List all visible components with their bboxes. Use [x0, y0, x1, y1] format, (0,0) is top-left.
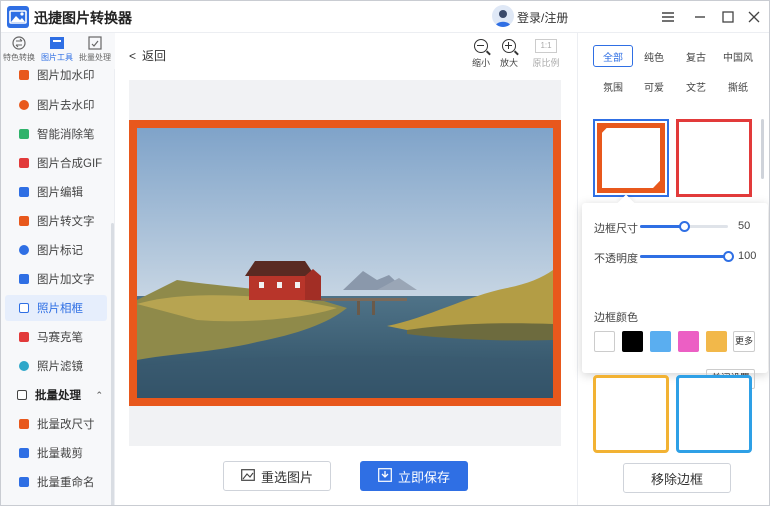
- avatar[interactable]: [492, 5, 514, 27]
- sidebar-item-watermark[interactable]: 图片加水印: [5, 65, 107, 85]
- sidebar-item-mosaic[interactable]: 马赛克笔: [5, 324, 107, 350]
- frame-settings-popup: 边框尺寸 50 不透明度 100 边框颜色 更多 关闭设置: [582, 203, 768, 389]
- chevron-left-icon: <: [129, 49, 137, 63]
- ocr-icon: [19, 216, 29, 226]
- opacity-label: 不透明度: [594, 253, 638, 265]
- login-link[interactable]: 登录/注册: [517, 9, 568, 26]
- sidebar-top-tabs: 特色转换 图片工具 批量处理: [1, 33, 115, 69]
- gif-icon: [19, 158, 29, 168]
- filter-artsy[interactable]: 文艺: [676, 75, 716, 97]
- filter-all[interactable]: 全部: [593, 45, 633, 67]
- swatch-blue[interactable]: [650, 331, 671, 352]
- zoom-out-icon: [474, 39, 488, 53]
- sidebar-section-batch[interactable]: 批量处理 ⌃: [5, 382, 107, 408]
- opacity-value: 100: [738, 250, 757, 262]
- frame-thumb-red[interactable]: [676, 119, 752, 197]
- border-color-label: 边框颜色: [594, 312, 638, 324]
- rename-icon: [19, 477, 29, 487]
- title-bar: 迅捷图片转换器 登录/注册: [1, 1, 769, 33]
- sidebar-item-filter[interactable]: 照片滤镜: [5, 353, 107, 379]
- sidebar-item-photo-frame[interactable]: 照片相框: [5, 295, 107, 321]
- border-size-label: 边框尺寸: [594, 223, 638, 235]
- filter-icon: [19, 361, 29, 371]
- sidebar-item-edit[interactable]: 图片编辑: [5, 179, 107, 205]
- minimize-icon[interactable]: [690, 7, 710, 27]
- app-title: 迅捷图片转换器: [34, 10, 132, 26]
- sidebar-item-add-text[interactable]: 图片加文字: [5, 266, 107, 292]
- frame-thumb-blue[interactable]: [676, 375, 752, 453]
- swatch-yellow[interactable]: [706, 331, 727, 352]
- swatch-black[interactable]: [622, 331, 643, 352]
- sidebar-item-ocr[interactable]: 图片转文字: [5, 208, 107, 234]
- sidebar-item-batch-resize[interactable]: 批量改尺寸: [5, 411, 107, 437]
- tab-image-tools[interactable]: 图片工具: [39, 36, 75, 63]
- mosaic-icon: [19, 332, 29, 342]
- frame-icon: [19, 303, 29, 313]
- edit-icon: [19, 187, 29, 197]
- zoom-out-button[interactable]: 缩小: [466, 39, 496, 69]
- save-button[interactable]: 立即保存: [360, 461, 468, 491]
- main-panel: < 返回 缩小 放大 1:1 原比例 重选图片 立即保存: [115, 33, 577, 505]
- batch-icon: [87, 36, 103, 50]
- opacity-knob[interactable]: [723, 251, 734, 262]
- opacity-slider[interactable]: [640, 251, 734, 262]
- filter-chinese[interactable]: 中国风: [718, 45, 758, 67]
- eraser-icon: [19, 129, 29, 139]
- sidebar-item-gif[interactable]: 图片合成GIF: [5, 150, 107, 176]
- menu-icon[interactable]: [658, 7, 678, 27]
- preview-canvas: [129, 80, 561, 446]
- filter-atmosphere[interactable]: 氛围: [593, 75, 633, 97]
- border-size-knob[interactable]: [679, 221, 690, 232]
- tools-icon: [49, 36, 65, 50]
- sidebar-item-eraser[interactable]: 智能消除笔: [5, 121, 107, 147]
- more-colors-button[interactable]: 更多: [733, 331, 755, 352]
- preview-photo: [137, 128, 553, 398]
- swatch-white[interactable]: [594, 331, 615, 352]
- border-size-value: 50: [738, 220, 751, 232]
- close-icon[interactable]: [744, 7, 764, 27]
- frame-list-scrollbar[interactable]: [761, 119, 764, 179]
- sidebar-item-batch-rename[interactable]: 批量重命名: [5, 469, 107, 495]
- zoom-in-icon: [502, 39, 516, 53]
- tab-batch[interactable]: 批量处理: [77, 36, 113, 63]
- original-ratio-button[interactable]: 1:1 原比例: [531, 39, 561, 69]
- batch-section-icon: [17, 390, 27, 400]
- reselect-image-button[interactable]: 重选图片: [223, 461, 331, 491]
- back-button[interactable]: < 返回: [129, 47, 166, 64]
- frame-panel: 全部 纯色 复古 中国风 氛围 可爱 文艺 撕纸 边框尺寸 50 不透明度 10…: [577, 33, 769, 505]
- chevron-up-icon: ⌃: [95, 389, 103, 400]
- tab-special-convert[interactable]: 特色转换: [1, 36, 37, 63]
- filter-torn-paper[interactable]: 撕纸: [718, 75, 758, 97]
- sidebar-item-remove-watermark[interactable]: 图片去水印: [5, 92, 107, 118]
- sidebar-scrollbar[interactable]: [111, 223, 114, 505]
- photo-frame: [129, 120, 561, 406]
- add-text-icon: [19, 274, 29, 284]
- filter-cute[interactable]: 可爱: [634, 75, 674, 97]
- crop-icon: [19, 448, 29, 458]
- ratio-badge: 1:1: [535, 39, 557, 53]
- sidebar-item-mark[interactable]: 图片标记: [5, 237, 107, 263]
- maximize-icon[interactable]: [718, 7, 738, 27]
- filter-retro[interactable]: 复古: [676, 45, 716, 67]
- remove-watermark-icon: [19, 100, 29, 110]
- app-window: 迅捷图片转换器 登录/注册 特色转换 图片工具 批量处理 图片加水印 图片去水印…: [0, 0, 770, 506]
- frame-thumb-orange[interactable]: [593, 119, 669, 197]
- download-icon: [378, 467, 392, 485]
- resize-icon: [19, 419, 29, 429]
- swatch-pink[interactable]: [678, 331, 699, 352]
- border-size-slider[interactable]: [640, 221, 728, 232]
- sidebar: 特色转换 图片工具 批量处理 图片加水印 图片去水印 智能消除笔 图片合成GIF…: [1, 33, 115, 505]
- sidebar-item-batch-crop[interactable]: 批量裁剪: [5, 440, 107, 466]
- watermark-icon: [19, 70, 29, 80]
- convert-icon: [11, 36, 27, 50]
- image-icon: [241, 468, 255, 484]
- mark-icon: [19, 245, 29, 255]
- zoom-in-button[interactable]: 放大: [494, 39, 524, 69]
- remove-frame-button[interactable]: 移除边框: [623, 463, 731, 493]
- filter-solid[interactable]: 纯色: [634, 45, 674, 67]
- app-logo-icon: [7, 6, 29, 28]
- frame-thumb-yellow[interactable]: [593, 375, 669, 453]
